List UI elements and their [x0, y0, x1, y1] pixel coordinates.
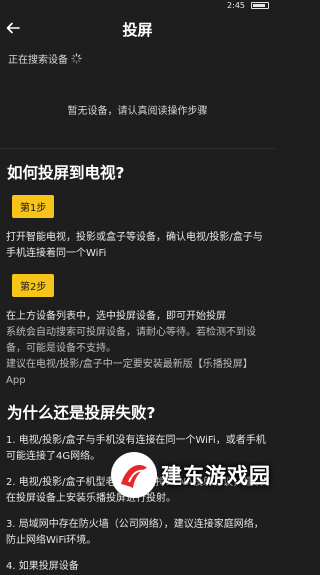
step2-tip: 建议在电视/投影/盒子中一定要安装最新版【乐播投屏】App [6, 359, 253, 386]
scan-status-text: 正在搜索设备 [8, 54, 68, 66]
header: 投屏 [0, 12, 275, 46]
watermark: 建东游戏园 [111, 452, 271, 498]
empty-state-text: 暂无设备，请认真阅读操作步骤 [67, 105, 208, 117]
page-title: 投屏 [122, 21, 153, 39]
step2-text: 在上方设备列表中，选中投屏设备，即可开始投屏 [6, 311, 226, 322]
scan-status: 正在搜索设备 [0, 46, 275, 70]
guide-title: 如何投屏到电视? [7, 164, 125, 182]
step1-text: 打开智能电视，投影或盒子等设备，确认电视/投影/盒子与手机连接着同一个WiFi [6, 232, 263, 259]
why-item: 4. 如果投屏设备 [6, 561, 79, 572]
loading-spinner-icon [71, 52, 82, 64]
step2-note: 系统会自动搜索可投屏设备，请耐心等待。若检测不到设备，可能是设备不支持。 [6, 327, 256, 354]
status-time: 2:45 [227, 1, 245, 10]
status-bar: 2:45 [0, 0, 275, 12]
battery-icon [251, 2, 269, 9]
step1-badge: 第1步 [12, 195, 55, 218]
watermark-text: 建东游戏园 [161, 464, 271, 488]
step2-badge: 第2步 [12, 274, 55, 297]
watermark-logo-icon [111, 452, 157, 498]
device-list-empty: 暂无设备，请认真阅读操作步骤 [0, 70, 275, 148]
guide-section: 如何投屏到电视? 第1步 打开智能电视，投影或盒子等设备，确认电视/投影/盒子与… [0, 149, 275, 575]
why-item: 3. 局域网中存在防火墙（公司网络），建议连接家庭网络，防止网络WiFi环境。 [6, 519, 264, 546]
why-failed-title: 为什么还是投屏失败? [7, 404, 156, 422]
